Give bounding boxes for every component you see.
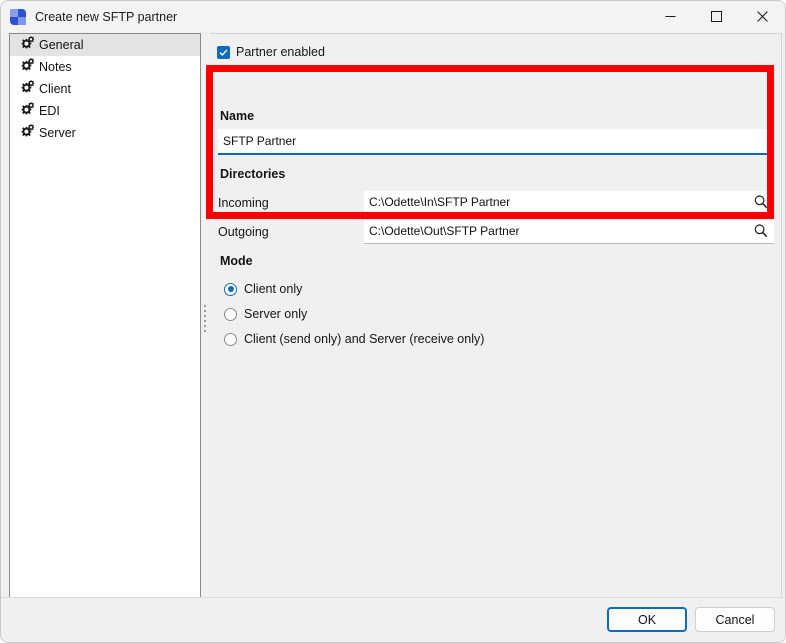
- splitter-grip-icon: [203, 305, 207, 337]
- dialog-window: Create new SFTP partner General Notes Cl…: [0, 0, 786, 643]
- mode-option-server-only[interactable]: Server only: [224, 307, 307, 321]
- dialog-footer: OK Cancel: [1, 597, 785, 642]
- close-icon[interactable]: [739, 1, 785, 32]
- incoming-label: Incoming: [218, 195, 269, 210]
- sidebar-item-label: General: [39, 38, 84, 52]
- mode-option-label: Client (send only) and Server (receive o…: [244, 332, 485, 346]
- gear-icon: [21, 80, 35, 93]
- ok-button[interactable]: OK: [607, 607, 687, 632]
- mode-option-client-only[interactable]: Client only: [224, 282, 302, 296]
- partner-enabled-checkbox[interactable]: Partner enabled: [217, 45, 325, 59]
- app-logo-icon: [10, 8, 26, 25]
- gear-icon: [21, 36, 35, 49]
- cancel-button[interactable]: Cancel: [695, 607, 775, 632]
- sidebar-item-edi[interactable]: EDI: [10, 100, 200, 122]
- mode-option-label: Server only: [244, 307, 308, 321]
- mode-option-client-and-server[interactable]: Client (send only) and Server (receive o…: [224, 332, 484, 346]
- dialog-content: General Notes Client EDI Server Partner …: [1, 32, 785, 642]
- sidebar-nav-list[interactable]: General Notes Client EDI Server: [9, 33, 201, 599]
- incoming-directory-row: Incoming C:\Odette\In\SFTP Partner: [218, 189, 774, 216]
- outgoing-label: Outgoing: [218, 224, 269, 239]
- mode-section-heading: Mode: [220, 254, 253, 268]
- radio-selected-icon: [224, 282, 237, 296]
- name-section-heading: Name: [220, 109, 255, 123]
- sidebar-item-notes[interactable]: Notes: [10, 56, 200, 78]
- caption-buttons: [647, 1, 785, 32]
- partner-enabled-label: Partner enabled: [236, 45, 325, 59]
- directories-section-heading: Directories: [220, 167, 286, 181]
- radio-unselected-icon: [224, 307, 237, 321]
- gear-icon: [21, 58, 35, 71]
- minimize-icon[interactable]: [647, 1, 693, 32]
- search-icon[interactable]: [748, 219, 774, 244]
- sidebar-item-general[interactable]: General: [10, 34, 200, 56]
- sidebar-item-label: EDI: [39, 104, 60, 118]
- outgoing-directory-row: Outgoing C:\Odette\Out\SFTP Partner: [218, 218, 774, 245]
- sidebar-item-client[interactable]: Client: [10, 78, 200, 100]
- gear-icon: [21, 124, 35, 137]
- radio-unselected-icon: [224, 332, 237, 346]
- panel-splitter[interactable]: [201, 33, 209, 599]
- sidebar-item-label: Client: [39, 82, 71, 96]
- mode-option-label: Client only: [244, 282, 303, 296]
- incoming-directory-input[interactable]: C:\Odette\In\SFTP Partner: [364, 190, 748, 215]
- window-title: Create new SFTP partner: [35, 9, 178, 24]
- title-bar: Create new SFTP partner: [1, 1, 785, 32]
- sidebar-item-server[interactable]: Server: [10, 122, 200, 144]
- search-icon[interactable]: [748, 190, 774, 215]
- maximize-icon[interactable]: [693, 1, 739, 32]
- outgoing-directory-input[interactable]: C:\Odette\Out\SFTP Partner: [364, 219, 748, 244]
- sidebar-item-label: Server: [39, 126, 76, 140]
- gear-icon: [21, 102, 35, 115]
- checkbox-checked-icon: [217, 45, 230, 59]
- general-settings-panel: Partner enabled Name SFTP Partner Direct…: [210, 33, 782, 599]
- name-input[interactable]: SFTP Partner: [218, 129, 774, 155]
- sidebar-item-label: Notes: [39, 60, 72, 74]
